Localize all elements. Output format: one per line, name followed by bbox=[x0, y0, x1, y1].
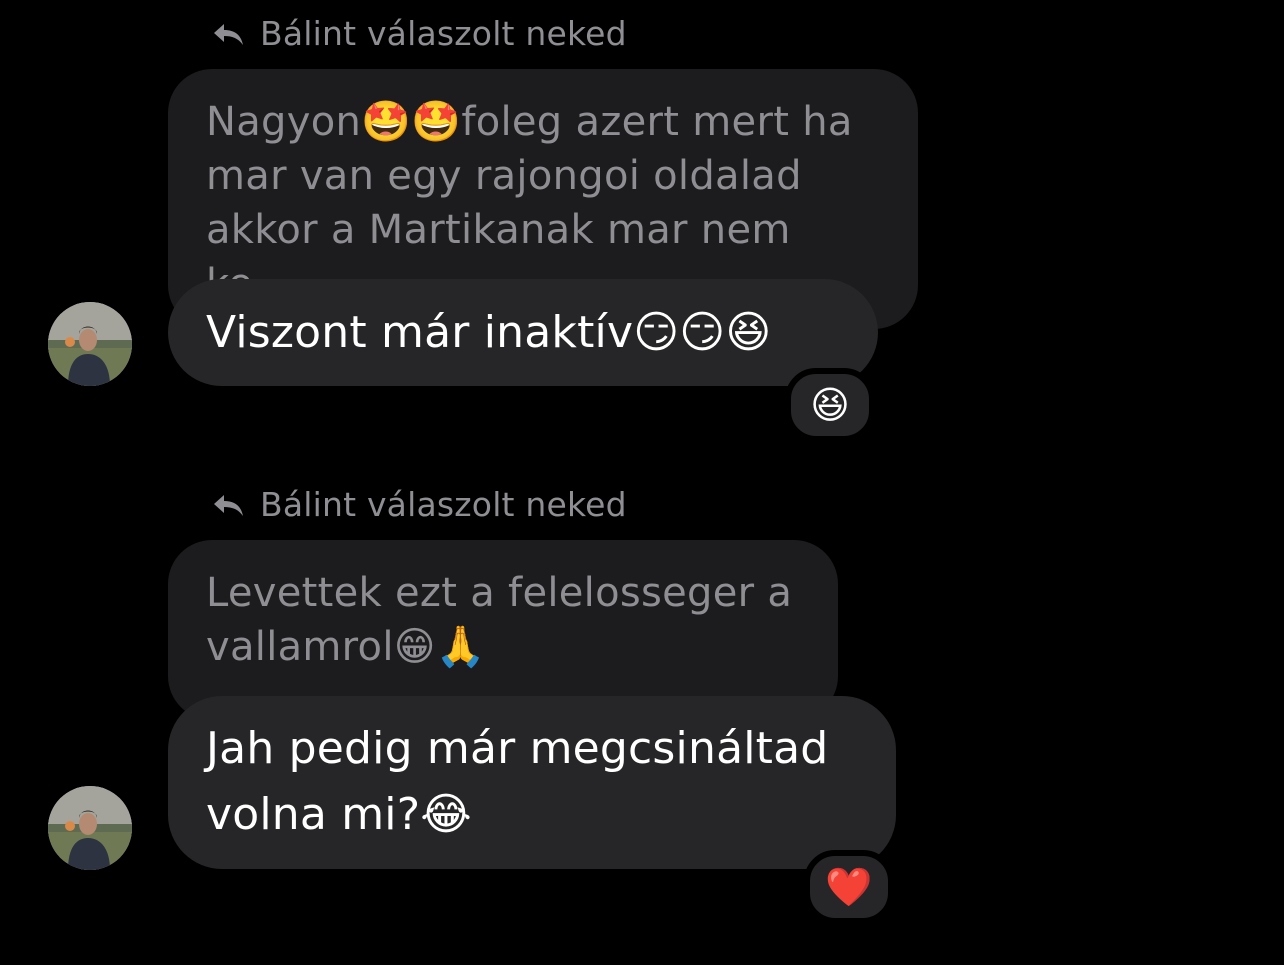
reply-arrow-icon bbox=[214, 23, 243, 45]
reply-arrow-icon bbox=[214, 494, 243, 516]
avatar-photo bbox=[48, 786, 132, 870]
reaction-emoji: ❤️ bbox=[825, 864, 873, 909]
reply-header-text: Bálint válaszolt neked bbox=[260, 485, 627, 524]
reaction-emoji: 😆 bbox=[810, 383, 850, 427]
quoted-message-text: Levettek ezt a felelosseger a vallamrol😁… bbox=[206, 570, 793, 670]
message-bubble[interactable]: Jah pedig már megcsináltad volna mi?😂 bbox=[168, 696, 896, 869]
avatar-photo bbox=[48, 302, 132, 386]
reaction-badge[interactable]: 😆 bbox=[785, 368, 875, 442]
message-bubble[interactable]: Viszont már inaktív😏😏😆 bbox=[168, 279, 878, 386]
reply-header-text: Bálint válaszolt neked bbox=[260, 14, 627, 53]
reply-header: Bálint válaszolt neked bbox=[210, 14, 627, 53]
quoted-message-text: Nagyon🤩🤩foleg azert mert ha mar van egy … bbox=[206, 99, 853, 307]
message-text: Viszont már inaktív😏😏😆 bbox=[206, 307, 772, 358]
reaction-badge[interactable]: ❤️ bbox=[804, 850, 894, 924]
reply-header: Bálint válaszolt neked bbox=[210, 485, 627, 524]
message-text: Jah pedig már megcsináltad volna mi?😂 bbox=[206, 723, 829, 840]
quoted-message[interactable]: Levettek ezt a felelosseger a vallamrol😁… bbox=[168, 540, 838, 720]
user-avatar[interactable] bbox=[48, 302, 132, 386]
user-avatar[interactable] bbox=[48, 786, 132, 870]
